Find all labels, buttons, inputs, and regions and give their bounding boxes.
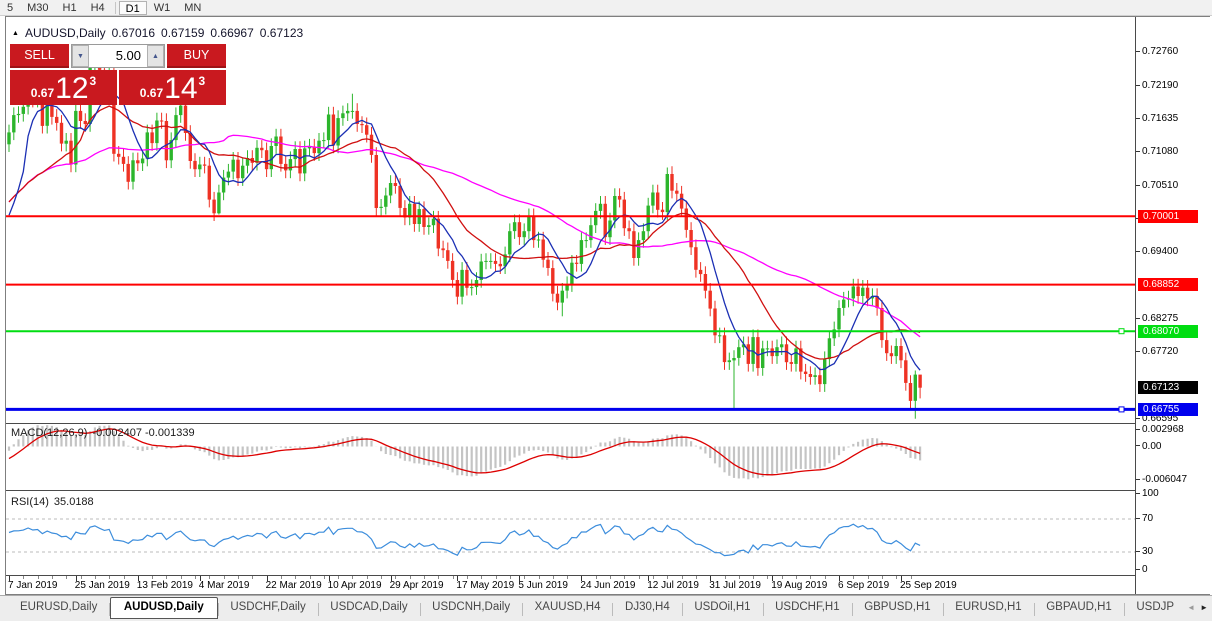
- chevron-up-icon: ▲: [152, 53, 159, 60]
- volume-spinner: ▼ 5.00 ▲: [71, 44, 165, 68]
- rsi-value: 35.0188: [54, 496, 94, 508]
- tabs-scroll-right-icon[interactable]: ►: [1200, 603, 1208, 612]
- buy-price-box[interactable]: 0.67 14 3: [119, 70, 226, 105]
- title-close: 0.67123: [260, 26, 303, 40]
- tab-scroll-arrows: ◄ ►: [1187, 603, 1208, 612]
- collapse-triangle-icon[interactable]: ▲: [12, 30, 19, 37]
- timeframe-button-D1[interactable]: D1: [119, 1, 147, 15]
- chart-tab-EURUSD-H1[interactable]: EURUSD,H1: [943, 598, 1033, 616]
- chart-tab-GBPUSD-H1[interactable]: GBPUSD,H1: [852, 598, 942, 616]
- macd-tick: 0.002968: [1136, 424, 1184, 436]
- sell-price-pip: 3: [90, 74, 97, 88]
- date-label: 13 Feb 2019: [137, 580, 193, 591]
- price-tick: 0.72190: [1136, 80, 1178, 92]
- title-symbol: AUDUSD,Daily: [25, 26, 106, 40]
- chart-tab-EURUSD-Daily[interactable]: EURUSD,Daily: [8, 598, 109, 616]
- price-tick: 0.68275: [1136, 313, 1178, 325]
- date-label: 25 Jan 2019: [75, 580, 130, 591]
- date-label: 25 Sep 2019: [900, 580, 957, 591]
- one-click-trade-panel: SELL ▼ 5.00 ▲ BUY 0.67 12 3 0.67 14 3: [10, 44, 226, 105]
- rsi-line: [9, 524, 920, 555]
- chart-tab-XAUUSD-H4[interactable]: XAUUSD,H4: [523, 598, 613, 616]
- title-high: 0.67159: [161, 26, 204, 40]
- macd-label: MACD(12,26,9) -0.002407 -0.001339: [11, 427, 195, 439]
- price-tick: 0.70510: [1136, 180, 1178, 192]
- chart-tab-USDCAD-Daily[interactable]: USDCAD,Daily: [318, 598, 419, 616]
- date-label: 5 Jun 2019: [518, 580, 568, 591]
- panel-separator[interactable]: [6, 423, 1210, 424]
- buy-price-big: 14: [164, 74, 197, 104]
- level-price-label[interactable]: 0.68070: [1138, 325, 1198, 338]
- chart-tab-USDCNH-Daily[interactable]: USDCNH,Daily: [420, 598, 522, 616]
- date-label: 22 Mar 2019: [266, 580, 322, 591]
- macd-tick: 0.00: [1136, 441, 1161, 453]
- volume-input[interactable]: 5.00: [89, 45, 147, 67]
- sell-price-big: 12: [55, 74, 88, 104]
- title-low: 0.66967: [210, 26, 253, 40]
- rsi-name: RSI(14): [11, 496, 49, 508]
- timeframe-button-5[interactable]: 5: [0, 1, 20, 15]
- buy-price-prefix: 0.67: [140, 86, 163, 100]
- chart-tabs-bar: EURUSD,DailyAUDUSD,DailyUSDCHF,DailyUSDC…: [0, 595, 1212, 621]
- chart-tab-USDOil-H1[interactable]: USDOil,H1: [682, 598, 762, 616]
- volume-decrease-button[interactable]: ▼: [72, 45, 89, 67]
- timeframe-button-H4[interactable]: H4: [84, 1, 112, 15]
- chart-tab-USDCHF-H1[interactable]: USDCHF,H1: [763, 598, 852, 616]
- rsi-tick: 100: [1136, 488, 1159, 500]
- rsi-tick: 30: [1136, 546, 1153, 558]
- macd-name: MACD(12,26,9): [11, 427, 87, 439]
- sell-price-prefix: 0.67: [31, 86, 54, 100]
- rsi-tick: 70: [1136, 513, 1153, 525]
- ma-50-line: [9, 135, 920, 336]
- chart-tab-USDJP[interactable]: USDJP: [1124, 598, 1186, 616]
- date-label: 10 Apr 2019: [328, 580, 382, 591]
- timeframe-button-W1[interactable]: W1: [147, 1, 178, 15]
- rsi-tick: 0: [1136, 564, 1148, 576]
- time-axis: 7 Jan 2019 25 Jan 2019 13 Feb 2019 4 Mar 20…: [7, 576, 1135, 594]
- macd-tick: -0.006047: [1136, 474, 1187, 486]
- date-label: 7 Jan 2019: [8, 580, 58, 591]
- panel-separator[interactable]: [6, 490, 1210, 491]
- rsi-label: RSI(14) 35.0188: [11, 496, 94, 508]
- chart-tab-GBPAUD-H1[interactable]: GBPAUD,H1: [1034, 598, 1124, 616]
- tabs-scroll-left-icon[interactable]: ◄: [1187, 603, 1195, 612]
- buy-button[interactable]: BUY: [167, 44, 226, 68]
- chevron-down-icon: ▼: [77, 53, 84, 60]
- price-tick: 0.71635: [1136, 113, 1178, 125]
- price-tick: 0.69400: [1136, 246, 1178, 258]
- timeframe-button-M30[interactable]: M30: [20, 1, 55, 15]
- chart-tab-DJ30-H4[interactable]: DJ30,H4: [613, 598, 682, 616]
- sell-button[interactable]: SELL: [10, 44, 69, 68]
- timeframe-button-H1[interactable]: H1: [56, 1, 84, 15]
- ma-8-line: [9, 88, 920, 370]
- level-price-label[interactable]: 0.68852: [1138, 278, 1198, 291]
- price-tick: 0.67720: [1136, 346, 1178, 358]
- date-label: 24 Jun 2019: [580, 580, 635, 591]
- date-label: 6 Sep 2019: [838, 580, 889, 591]
- buy-price-pip: 3: [199, 74, 206, 88]
- volume-increase-button[interactable]: ▲: [147, 45, 164, 67]
- timeframe-toolbar: 5M30H1H4 D1W1MN: [0, 0, 1212, 16]
- level-price-label[interactable]: 0.70001: [1138, 210, 1198, 223]
- current-price-label: 0.67123: [1138, 381, 1198, 394]
- rsi-indicator-panel[interactable]: [6, 491, 1135, 575]
- date-label: 19 Aug 2019: [771, 580, 827, 591]
- level-price-label[interactable]: 0.66755: [1138, 403, 1198, 416]
- sell-price-box[interactable]: 0.67 12 3: [10, 70, 117, 105]
- price-tick: 0.72760: [1136, 46, 1178, 58]
- date-label: 12 Jul 2019: [647, 580, 699, 591]
- chart-title: ▲ AUDUSD,Daily 0.67016 0.67159 0.66967 0…: [12, 26, 303, 40]
- price-tick: 0.71080: [1136, 146, 1178, 158]
- chart-tab-AUDUSD-Daily[interactable]: AUDUSD,Daily: [110, 597, 218, 619]
- date-label: 17 May 2019: [456, 580, 514, 591]
- date-label: 4 Mar 2019: [199, 580, 250, 591]
- chart-tab-USDCHF-Daily[interactable]: USDCHF,Daily: [218, 598, 317, 616]
- timeframe-button-MN[interactable]: MN: [177, 1, 208, 15]
- price-axis: 0.727600.721900.716350.710800.705100.699…: [1136, 17, 1211, 594]
- title-open: 0.67016: [112, 26, 155, 40]
- date-label: 31 Jul 2019: [709, 580, 761, 591]
- macd-values: -0.002407 -0.001339: [92, 427, 194, 439]
- date-label: 29 Apr 2019: [390, 580, 444, 591]
